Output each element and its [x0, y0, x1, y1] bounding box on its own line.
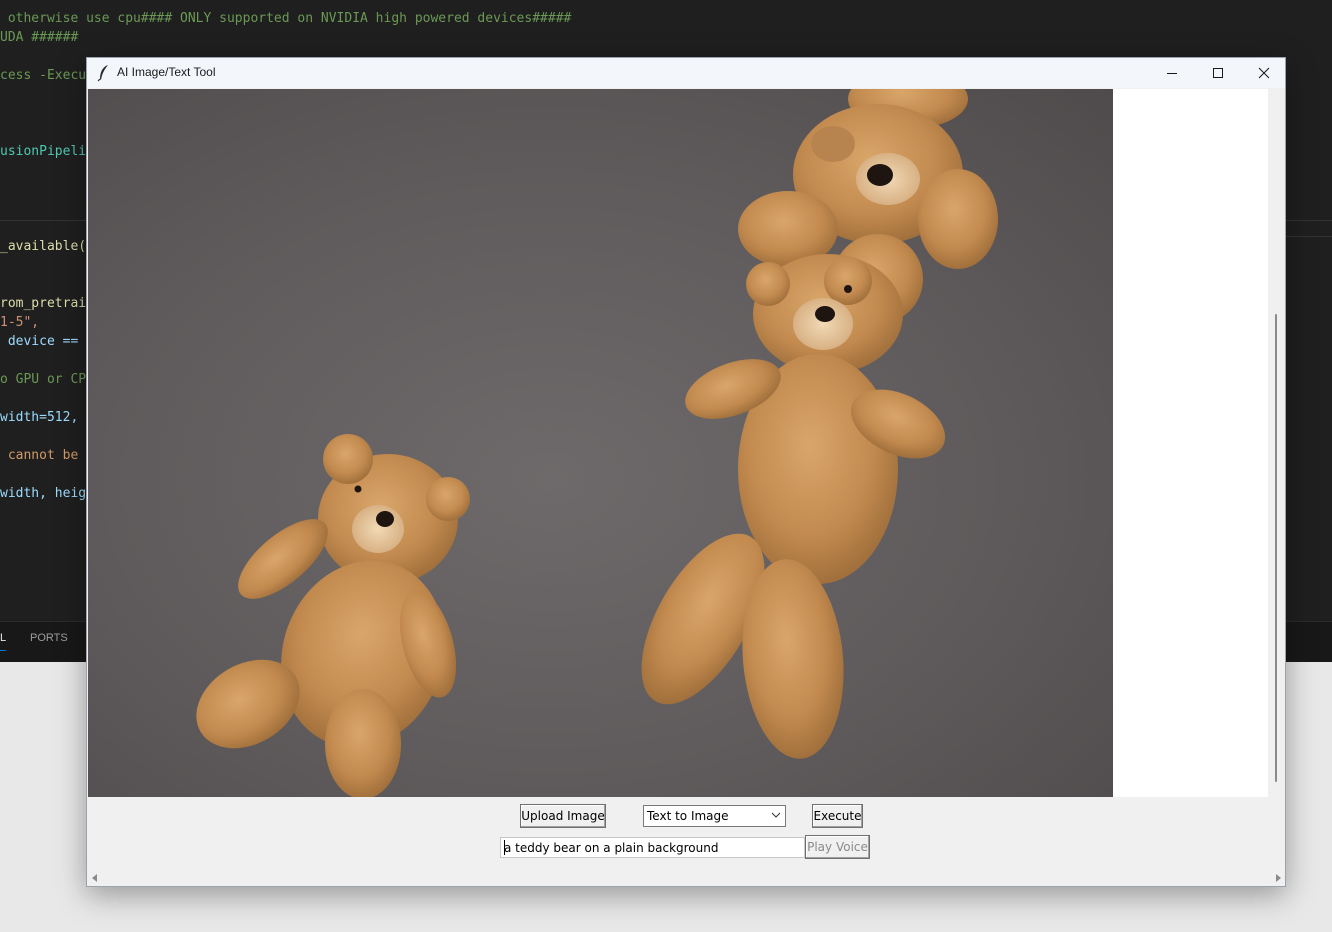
upload-image-button[interactable]: Upload Image	[520, 804, 606, 828]
app-window: AI Image/Text Tool Upload Image Text to …	[86, 57, 1286, 887]
code-line: UDA ######	[0, 30, 79, 45]
generated-image	[88, 89, 1113, 797]
code-line: 1-5",	[0, 315, 40, 330]
window-title: AI Image/Text Tool	[117, 65, 216, 79]
code-line: rom_pretrain	[0, 296, 94, 311]
close-button[interactable]	[1241, 58, 1287, 88]
arrow-left-icon[interactable]	[91, 874, 99, 882]
maximize-button[interactable]	[1195, 58, 1241, 88]
minimize-button[interactable]	[1149, 58, 1195, 88]
close-icon	[1258, 67, 1270, 79]
maximize-icon	[1213, 68, 1223, 78]
code-line: otherwise use cpu#### ONLY supported on …	[0, 11, 572, 26]
editor-divider	[1286, 236, 1332, 237]
vertical-scrollbar[interactable]	[1269, 89, 1285, 797]
prompt-text: a teddy bear on a plain background	[504, 841, 719, 855]
code-line: usionPipelir	[0, 144, 94, 159]
feather-icon	[97, 65, 108, 82]
scrollbar-thumb[interactable]	[1275, 314, 1277, 782]
code-line: o GPU or CPU	[0, 372, 94, 387]
code-line: cess -Execut	[0, 68, 94, 83]
prompt-input[interactable]: a teddy bear on a plain background	[500, 837, 805, 858]
play-voice-button[interactable]: Play Voice	[805, 835, 870, 859]
tab-ports[interactable]: PORTS	[30, 632, 68, 644]
execute-button[interactable]: Execute	[812, 804, 863, 828]
code-line: width=512, h	[0, 410, 94, 425]
mode-selected-value: Text to Image	[647, 809, 729, 823]
code-line: _available()	[0, 239, 94, 254]
mode-dropdown[interactable]: Text to Image	[643, 805, 786, 827]
chevron-down-icon	[771, 812, 781, 818]
image-canvas	[88, 89, 1268, 797]
code-line: device == "	[0, 334, 94, 349]
minimize-icon	[1167, 73, 1177, 74]
horizontal-scrollbar[interactable]	[88, 870, 1284, 886]
tab-terminal[interactable]: L	[0, 632, 7, 651]
teddy-bear-image	[196, 89, 998, 797]
text-caret	[504, 840, 505, 855]
code-line: cannot be e	[0, 448, 94, 463]
title-bar[interactable]: AI Image/Text Tool	[87, 58, 1285, 88]
arrow-right-icon[interactable]	[1274, 874, 1282, 882]
code-line: width, heigh	[0, 486, 94, 501]
